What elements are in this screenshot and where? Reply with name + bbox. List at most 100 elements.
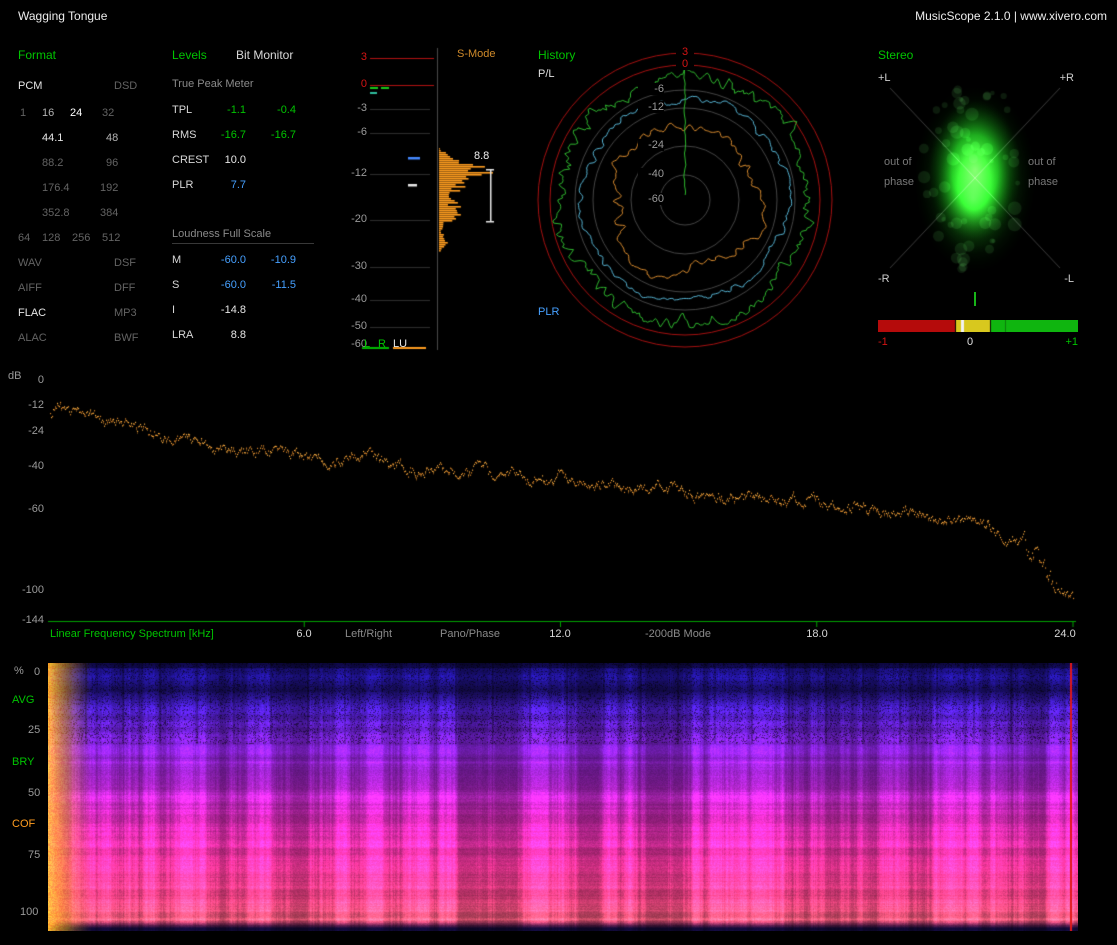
musicscope-app: Wagging Tongue MusicScope 2.1.0 | www.xi… bbox=[0, 0, 1117, 945]
levels-value1-tpl: -1.1 bbox=[227, 104, 246, 116]
levels-label-m: M bbox=[172, 254, 182, 266]
mode-left-right[interactable]: Left/Right bbox=[345, 628, 392, 640]
levels-value2-rms: -16.7 bbox=[270, 129, 296, 141]
levels-value1-m: -60.0 bbox=[220, 254, 246, 266]
s-mode-toggle[interactable]: S-Mode bbox=[457, 48, 496, 60]
format-option-64: 64 bbox=[18, 232, 31, 244]
levels-value1-rms: -16.7 bbox=[220, 129, 246, 141]
format-option-1: 1 bbox=[20, 107, 27, 119]
spectrogram-toggle-cof[interactable]: COF bbox=[12, 818, 35, 830]
track-title: Wagging Tongue bbox=[18, 9, 108, 23]
meter-channel-lu[interactable]: LU bbox=[393, 338, 407, 350]
freq-tick-12-0: 12.0 bbox=[549, 628, 571, 640]
levels-value2-tpl: -0.4 bbox=[277, 104, 296, 116]
db-tick-0: 0 bbox=[37, 374, 44, 386]
meter-channel-r[interactable]: R bbox=[378, 338, 386, 350]
freq-tick-6-0: 6.0 bbox=[296, 628, 312, 640]
meter-scale-40: -40 bbox=[351, 293, 367, 305]
format-option-dsf: DSF bbox=[114, 257, 136, 269]
format-option-mp3: MP3 bbox=[114, 307, 137, 319]
format-option-alac: ALAC bbox=[18, 332, 47, 344]
history-ring-label-40: -40 bbox=[638, 168, 664, 180]
format-option-96: 96 bbox=[106, 157, 119, 169]
db-tick-60: -60 bbox=[28, 503, 44, 515]
spectrogram-toggle-avg[interactable]: AVG bbox=[12, 694, 34, 706]
format-option-512: 512 bbox=[102, 232, 121, 244]
format-header: Format bbox=[18, 48, 57, 62]
correlation-center-tick bbox=[974, 292, 976, 306]
out-of-phase-right-2: phase bbox=[1028, 176, 1058, 188]
pct-tick-25: 25 bbox=[28, 724, 41, 736]
history-panel: History P/L PLR 3 0 -6 -12 -24 -40 -60 bbox=[530, 44, 860, 359]
history-header: History bbox=[538, 48, 576, 62]
mode-200db-mode[interactable]: -200dB Mode bbox=[645, 628, 711, 640]
spectrogram-section: % 0 25 50 75 100 AVG BRY COF bbox=[0, 660, 1117, 945]
percent-axis-unit: % bbox=[14, 665, 24, 677]
correlation-min-label: -1 bbox=[878, 336, 888, 348]
loudness-range-value: 8.8 bbox=[474, 150, 490, 162]
pct-tick-75: 75 bbox=[28, 849, 41, 861]
format-option-128: 128 bbox=[42, 232, 61, 244]
levels-value1-crest: 10.0 bbox=[224, 154, 246, 166]
history-ring-label-60: -60 bbox=[638, 193, 664, 205]
meter-scale-3: -3 bbox=[357, 102, 367, 114]
history-ring-label-6: -6 bbox=[638, 83, 664, 95]
levels-label-i: I bbox=[172, 304, 176, 316]
history-ring-label-3: 3 bbox=[676, 46, 694, 58]
bit-monitor-tab[interactable]: Bit Monitor bbox=[236, 48, 293, 62]
levels-value2-m: -10.9 bbox=[270, 254, 296, 266]
format-option-192: 192 bbox=[100, 182, 119, 194]
format-option-bwf: BWF bbox=[114, 332, 139, 344]
levels-value1-lra: 8.8 bbox=[230, 329, 246, 341]
freq-tick-24-0: 24.0 bbox=[1054, 628, 1076, 640]
format-option-16: 16 bbox=[42, 107, 55, 119]
stereo-panel: Stereo +L +R -R -L out of phase out of p… bbox=[870, 44, 1117, 359]
levels-label-plr: PLR bbox=[172, 179, 194, 191]
format-option-aiff: AIFF bbox=[18, 282, 42, 294]
meter-scale-6: -6 bbox=[357, 126, 367, 138]
mode-pano-phase[interactable]: Pano/Phase bbox=[440, 628, 500, 640]
format-option-48: 48 bbox=[106, 132, 119, 144]
out-of-phase-left-1: out of bbox=[884, 156, 912, 168]
app-brand: MusicScope 2.1.0 | www.xivero.com bbox=[915, 9, 1107, 23]
format-option-256: 256 bbox=[72, 232, 91, 244]
db-tick-12: -12 bbox=[28, 399, 44, 411]
levels-value1-plr: 7.7 bbox=[230, 179, 246, 191]
title-bar: Wagging Tongue MusicScope 2.1.0 | www.xi… bbox=[0, 0, 1117, 28]
spectrogram-toggle-bry[interactable]: BRY bbox=[12, 756, 34, 768]
freq-tick-18-0: 18.0 bbox=[806, 628, 828, 640]
format-option-44-1: 44.1 bbox=[42, 132, 64, 144]
pct-tick-50: 50 bbox=[28, 787, 41, 799]
format-option-352-8: 352.8 bbox=[42, 207, 70, 219]
spectrogram-canvas bbox=[48, 663, 1078, 931]
true-peak-meter-header: True Peak Meter bbox=[172, 78, 254, 90]
format-panel: Format PCM DSD 1 16 24 32 44.1 48 88.2 96 176.4 192… bbox=[14, 44, 169, 359]
corner-label-minus-l: -L bbox=[1064, 273, 1074, 285]
levels-label-tpl: TPL bbox=[172, 104, 193, 116]
levels-header: Levels bbox=[172, 48, 207, 62]
levels-value2-s: -11.5 bbox=[271, 279, 296, 291]
levels-value1-i: -14.8 bbox=[220, 304, 246, 316]
format-option-384: 384 bbox=[100, 207, 119, 219]
spectrum-title: Linear Frequency Spectrum [kHz] bbox=[50, 628, 214, 640]
history-ring-label-12: -12 bbox=[638, 101, 664, 113]
plr-toggle[interactable]: PLR bbox=[538, 306, 559, 318]
meter-scale-50: -50 bbox=[351, 320, 367, 332]
level-meter-panel: S-Mode 8.8 3 0 -3 -6 -12 -20 -30 -40 -50 -60 L R LU bbox=[350, 44, 510, 359]
pl-toggle[interactable]: P/L bbox=[538, 68, 555, 80]
history-polar-canvas bbox=[530, 44, 850, 356]
levels-panel: Levels Bit Monitor True Peak Meter Loudn… bbox=[170, 44, 325, 359]
out-of-phase-right-1: out of bbox=[1028, 156, 1056, 168]
format-option-88-2: 88.2 bbox=[42, 157, 64, 169]
correlation-zero-label: 0 bbox=[966, 336, 974, 348]
db-tick-40: -40 bbox=[28, 460, 44, 472]
meter-scale-3: 3 bbox=[360, 51, 367, 63]
loudness-header: Loudness Full Scale bbox=[172, 228, 314, 244]
corner-label-minus-r: -R bbox=[878, 273, 890, 285]
meter-scale-0: 0 bbox=[360, 78, 367, 90]
db-tick-144: -144 bbox=[21, 614, 44, 626]
correlation-meter bbox=[878, 320, 1078, 332]
format-option-pcm: PCM bbox=[18, 80, 43, 92]
meter-channel-l[interactable]: L bbox=[364, 338, 370, 350]
format-option-24: 24 bbox=[70, 107, 83, 119]
